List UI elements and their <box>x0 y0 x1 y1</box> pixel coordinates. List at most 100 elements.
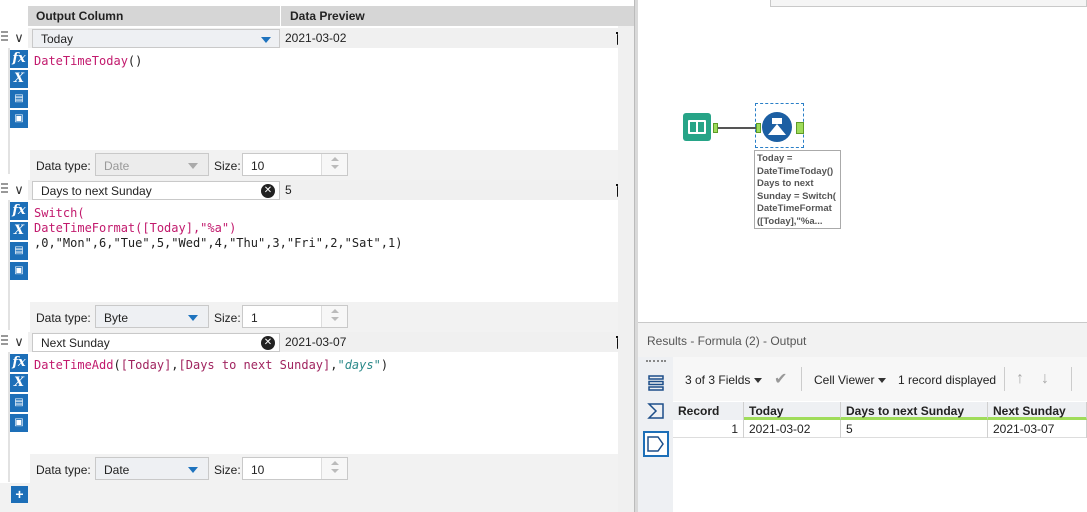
expression-line: ,0,"Mon",6,"Tue",5,"Wed",4,"Thu",3,"Fri"… <box>34 236 403 250</box>
chevron-down-icon[interactable]: ∨ <box>11 28 27 48</box>
size-input[interactable]: 1 <box>242 305 348 328</box>
connection-wire <box>718 127 758 129</box>
results-panel: Results - Formula (2) - Output 3 of 3 Fi… <box>638 322 1087 512</box>
dropdown-arrow-icon <box>188 163 198 169</box>
arrow-down-icon[interactable]: ↓ <box>1041 370 1049 388</box>
fields-dropdown[interactable]: 3 of 3 Fields <box>685 373 763 387</box>
drag-handle-icon[interactable] <box>0 29 9 45</box>
column-header[interactable]: Record <box>673 402 744 420</box>
open-folder-icon[interactable]: ▤ <box>10 394 28 412</box>
records-displayed: 1 record displayed <box>898 373 997 387</box>
data-preview-value: 5 <box>285 183 292 197</box>
data-type-bar: Data type: Date Size: 10 <box>30 454 618 484</box>
save-icon[interactable]: ▣ <box>10 262 28 280</box>
output-column-select[interactable]: Today <box>32 29 280 48</box>
header-corner <box>618 6 634 26</box>
chevron-down-icon[interactable]: ∨ <box>11 180 27 200</box>
data-type-select: Date <box>95 153 209 176</box>
data-preview-value: 2021-03-02 <box>285 31 347 45</box>
data-type-label: Data type: <box>36 159 91 173</box>
column-header[interactable]: Days to next Sunday <box>841 402 988 420</box>
variable-icon[interactable]: X <box>10 70 28 88</box>
caret-down-icon <box>754 378 763 384</box>
variable-icon[interactable]: X <box>10 222 28 240</box>
cell-viewer-dropdown[interactable]: Cell Viewer <box>814 373 887 387</box>
results-sidebar <box>638 357 673 512</box>
expression-editor[interactable]: Switch( DateTimeFormat([Today],"%a") ,0,… <box>30 200 618 304</box>
expression-editor[interactable]: DateTimeToday() <box>30 48 618 148</box>
formula-tool[interactable] <box>762 112 792 142</box>
data-preview-value: 2021-03-07 <box>285 335 347 349</box>
table-cell[interactable]: 2021-03-07 <box>988 420 1087 438</box>
table-header-row: Record Today Days to next Sunday Next Su… <box>673 402 1087 420</box>
column-header[interactable]: Next Sunday <box>988 402 1087 420</box>
size-input[interactable]: 10 <box>242 153 348 176</box>
size-label: Size: <box>214 311 241 325</box>
expression-editor[interactable]: DateTimeAdd([Today],[Days to next Sunday… <box>30 352 618 456</box>
expression-toolbar: fx X ▤ ▣ <box>10 202 30 282</box>
summary-icon[interactable] <box>646 401 666 421</box>
size-spinner[interactable] <box>321 306 347 327</box>
grip-icon[interactable] <box>646 360 666 362</box>
function-icon[interactable]: fx <box>10 202 28 220</box>
data-type-select[interactable]: Date <box>95 457 209 480</box>
table-view-icon[interactable] <box>646 373 666 393</box>
input-data-tool[interactable] <box>683 113 711 141</box>
caret-down-icon <box>878 378 887 384</box>
results-title: Results - Formula (2) - Output <box>638 322 1087 357</box>
scrollbar[interactable] <box>618 26 634 512</box>
drag-handle-icon[interactable] <box>0 181 9 197</box>
dropdown-arrow-icon <box>261 37 271 43</box>
table-cell[interactable]: 2021-03-02 <box>744 420 841 438</box>
results-toolbar: 3 of 3 Fields ✔ Cell Viewer 1 record dis… <box>673 357 1087 401</box>
save-icon[interactable]: ▣ <box>10 414 28 432</box>
variable-icon[interactable]: X <box>10 374 28 392</box>
open-folder-icon[interactable]: ▤ <box>10 90 28 108</box>
data-preview-header: Data Preview <box>290 9 365 23</box>
tool-annotation: Today = DateTimeToday() Days to next Sun… <box>754 150 841 229</box>
record-cell[interactable]: 1 <box>673 420 744 438</box>
add-formula-button[interactable]: + <box>11 486 28 503</box>
drag-handle-icon[interactable] <box>0 333 9 349</box>
expression-line: DateTimeFormat([Today],"%a") <box>34 221 237 235</box>
formula-config-panel: Output Column Data Preview ∨ Today 2021-… <box>0 0 636 512</box>
data-type-select[interactable]: Byte <box>95 305 209 328</box>
clear-icon[interactable]: ✕ <box>261 184 275 198</box>
output-column-input[interactable]: Next Sunday ✕ <box>32 333 280 352</box>
table-cell[interactable]: 5 <box>841 420 988 438</box>
data-type-bar: Data type: Date Size: 10 <box>30 150 618 180</box>
function-icon[interactable]: fx <box>10 354 28 372</box>
arrow-up-icon[interactable]: ↑ <box>1016 370 1024 388</box>
output-anchor[interactable] <box>796 122 804 134</box>
output-column-value: Today <box>41 32 74 46</box>
table-row: 1 2021-03-02 5 2021-03-07 <box>673 420 1087 438</box>
size-spinner[interactable] <box>321 154 347 175</box>
open-folder-icon[interactable]: ▤ <box>10 242 28 260</box>
size-label: Size: <box>214 159 241 173</box>
save-icon[interactable]: ▣ <box>10 110 28 128</box>
checkmark-icon[interactable]: ✔ <box>774 369 787 389</box>
data-type-label: Data type: <box>36 463 91 477</box>
size-label: Size: <box>214 463 241 477</box>
expression-line: Switch( <box>34 206 85 220</box>
workflow-canvas[interactable]: Today = DateTimeToday() Days to next Sun… <box>638 0 1087 322</box>
data-type-bar: Data type: Byte Size: 1 <box>30 302 618 332</box>
dropdown-arrow-icon <box>188 315 198 321</box>
expression-toolbar: fx X ▤ ▣ <box>10 354 30 434</box>
output-column-input[interactable]: Days to next Sunday ✕ <box>32 181 280 200</box>
dropdown-arrow-icon <box>188 467 198 473</box>
column-header: Output Column Data Preview <box>28 6 618 26</box>
chevron-down-icon[interactable]: ∨ <box>11 332 27 352</box>
input-anchor[interactable] <box>756 123 761 133</box>
column-header[interactable]: Today <box>744 402 841 420</box>
data-type-label: Data type: <box>36 311 91 325</box>
size-spinner[interactable] <box>321 458 347 479</box>
output-column-header: Output Column <box>28 6 281 26</box>
function-icon[interactable]: fx <box>10 50 28 68</box>
clear-icon[interactable]: ✕ <box>261 336 275 350</box>
output-column-value: Next Sunday <box>41 336 110 350</box>
book-icon <box>688 120 706 134</box>
record-view-button[interactable] <box>643 431 669 457</box>
expression-toolbar: fx X ▤ ▣ <box>10 50 30 130</box>
size-input[interactable]: 10 <box>242 457 348 480</box>
